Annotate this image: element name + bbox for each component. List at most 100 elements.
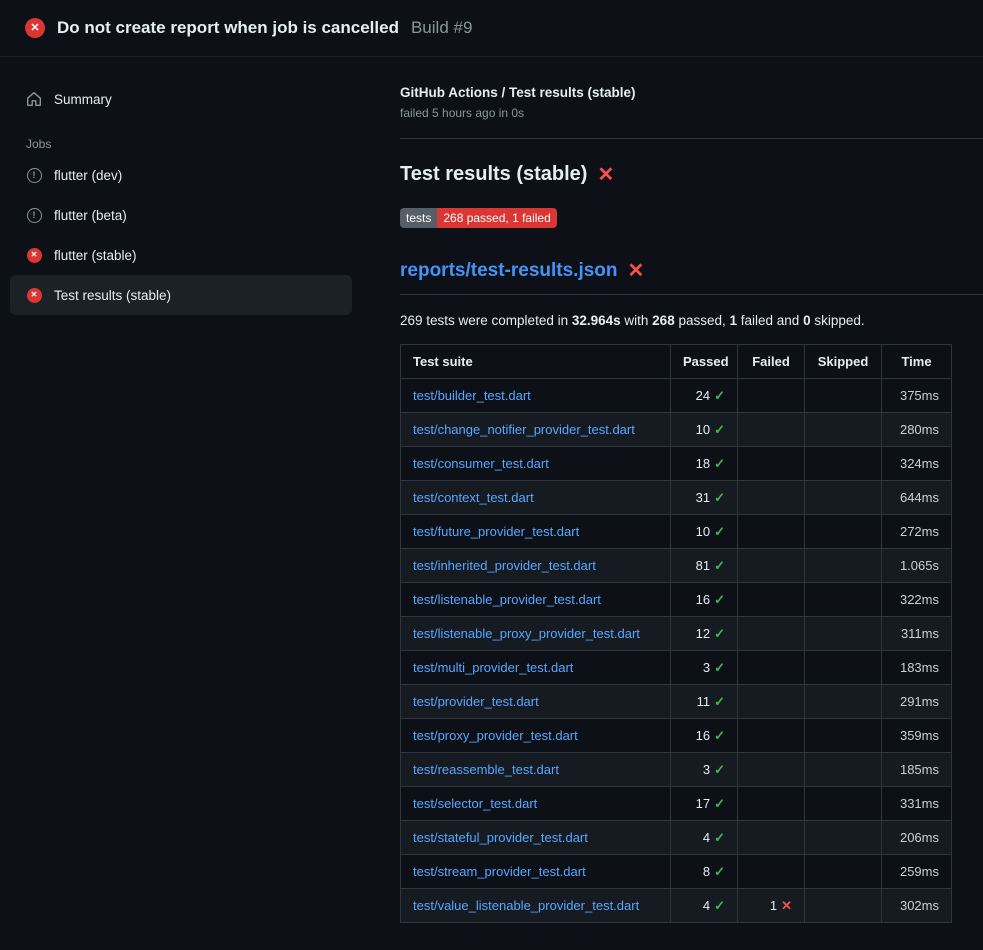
passed-count: 81✓ <box>671 549 738 583</box>
failed-count <box>738 787 805 821</box>
build-number: Build #9 <box>411 18 472 38</box>
failed-count <box>738 753 805 787</box>
test-suite-link[interactable]: test/stream_provider_test.dart <box>413 864 586 879</box>
check-icon: ✓ <box>714 388 725 403</box>
test-suite-link[interactable]: test/proxy_provider_test.dart <box>413 728 578 743</box>
sidebar: Summary Jobs ! flutter (dev) ! flutter (… <box>0 57 385 315</box>
sidebar-item-flutter-dev[interactable]: ! flutter (dev) <box>10 155 352 195</box>
check-icon: ✓ <box>714 898 725 913</box>
sidebar-item-test-results[interactable]: ✕ Test results (stable) <box>10 275 352 315</box>
test-suite-link[interactable]: test/inherited_provider_test.dart <box>413 558 596 573</box>
test-suite-link[interactable]: test/value_listenable_provider_test.dart <box>413 898 639 913</box>
time-value: 280ms <box>882 413 952 447</box>
test-suite-link[interactable]: test/stateful_provider_test.dart <box>413 830 588 845</box>
sidebar-item-label: Test results (stable) <box>54 288 171 303</box>
sidebar-item-summary[interactable]: Summary <box>10 79 352 119</box>
skipped-count <box>805 719 882 753</box>
table-header-row: Test suite Passed Failed Skipped Time <box>401 345 952 379</box>
test-suite-link[interactable]: test/consumer_test.dart <box>413 456 549 471</box>
divider <box>400 138 983 139</box>
x-icon: ✕ <box>781 898 792 913</box>
test-suite-link[interactable]: test/provider_test.dart <box>413 694 539 709</box>
time-value: 322ms <box>882 583 952 617</box>
failed-count <box>738 447 805 481</box>
sidebar-item-label: Summary <box>54 92 112 107</box>
sidebar-item-label: flutter (dev) <box>54 168 122 183</box>
column-header-skipped: Skipped <box>805 345 882 379</box>
table-row: test/listenable_proxy_provider_test.dart… <box>401 617 952 651</box>
check-icon: ✓ <box>714 864 725 879</box>
table-row: test/reassemble_test.dart3✓185ms <box>401 753 952 787</box>
passed-count: 10✓ <box>671 515 738 549</box>
column-header-passed: Passed <box>671 345 738 379</box>
badge-label: tests <box>400 208 437 228</box>
test-suite-link[interactable]: test/multi_provider_test.dart <box>413 660 573 675</box>
failed-count <box>738 685 805 719</box>
check-icon: ✓ <box>714 830 725 845</box>
time-value: 1.065s <box>882 549 952 583</box>
time-value: 359ms <box>882 719 952 753</box>
table-row: test/builder_test.dart24✓375ms <box>401 379 952 413</box>
time-value: 331ms <box>882 787 952 821</box>
time-value: 206ms <box>882 821 952 855</box>
passed-count: 4✓ <box>671 889 738 923</box>
passed-count: 8✓ <box>671 855 738 889</box>
table-row: test/multi_provider_test.dart3✓183ms <box>401 651 952 685</box>
sidebar-item-flutter-beta[interactable]: ! flutter (beta) <box>10 195 352 235</box>
failed-icon: ✕ <box>27 288 42 303</box>
passed-count: 24✓ <box>671 379 738 413</box>
check-icon: ✓ <box>714 762 725 777</box>
test-suite-link[interactable]: test/selector_test.dart <box>413 796 537 811</box>
check-icon: ✓ <box>714 456 725 471</box>
skipped-count <box>805 651 882 685</box>
check-icon: ✓ <box>714 694 725 709</box>
section-title: Test results (stable) <box>400 163 587 186</box>
check-icon: ✓ <box>714 626 725 641</box>
check-icon: ✓ <box>714 796 725 811</box>
table-row: test/change_notifier_provider_test.dart 1… <box>401 413 952 447</box>
skipped-count <box>805 481 882 515</box>
skipped-count <box>805 855 882 889</box>
passed-count: 11✓ <box>671 685 738 719</box>
check-icon: ✓ <box>714 728 725 743</box>
report-file-link[interactable]: reports/test-results.json <box>400 260 618 282</box>
table-row: test/proxy_provider_test.dart16✓359ms <box>401 719 952 753</box>
test-suite-link[interactable]: test/change_notifier_provider_test.dart <box>413 422 635 437</box>
time-value: 311ms <box>882 617 952 651</box>
passed-count: 4✓ <box>671 821 738 855</box>
passed-count: 10✓ <box>671 413 738 447</box>
home-icon <box>26 91 42 107</box>
test-suite-link[interactable]: test/listenable_provider_test.dart <box>413 592 601 607</box>
test-suite-link[interactable]: test/context_test.dart <box>413 490 534 505</box>
check-icon: ✓ <box>714 524 725 539</box>
skipped-count <box>805 549 882 583</box>
table-row: test/value_listenable_provider_test.dart… <box>401 889 952 923</box>
badge-value: 268 passed, 1 failed <box>437 208 556 228</box>
failed-count <box>738 821 805 855</box>
table-row: test/consumer_test.dart18✓324ms <box>401 447 952 481</box>
failed-x-icon: ✕ <box>628 261 645 281</box>
skipped-count <box>805 447 882 481</box>
passed-count: 3✓ <box>671 753 738 787</box>
passed-count: 31✓ <box>671 481 738 515</box>
sidebar-item-label: flutter (beta) <box>54 208 127 223</box>
passed-count: 17✓ <box>671 787 738 821</box>
page-header: ✕ Do not create report when job is cance… <box>0 0 983 57</box>
failed-count <box>738 855 805 889</box>
test-suite-link[interactable]: test/future_provider_test.dart <box>413 524 579 539</box>
table-row: test/listenable_provider_test.dart16✓322… <box>401 583 952 617</box>
time-value: 324ms <box>882 447 952 481</box>
test-suite-link[interactable]: test/listenable_proxy_provider_test.dart <box>413 626 640 641</box>
test-suite-link[interactable]: test/builder_test.dart <box>413 388 531 403</box>
skipped-count <box>805 413 882 447</box>
test-suite-link[interactable]: test/reassemble_test.dart <box>413 762 559 777</box>
column-header-suite: Test suite <box>401 345 671 379</box>
skipped-count <box>805 889 882 923</box>
table-row: test/context_test.dart31✓644ms <box>401 481 952 515</box>
column-header-failed: Failed <box>738 345 805 379</box>
sidebar-item-flutter-stable[interactable]: ✕ flutter (stable) <box>10 235 352 275</box>
breadcrumb: GitHub Actions / Test results (stable) <box>400 85 983 100</box>
check-icon: ✓ <box>714 490 725 505</box>
page-title: Do not create report when job is cancell… <box>57 18 399 38</box>
table-row: test/stateful_provider_test.dart 4✓ 206ms <box>401 821 952 855</box>
